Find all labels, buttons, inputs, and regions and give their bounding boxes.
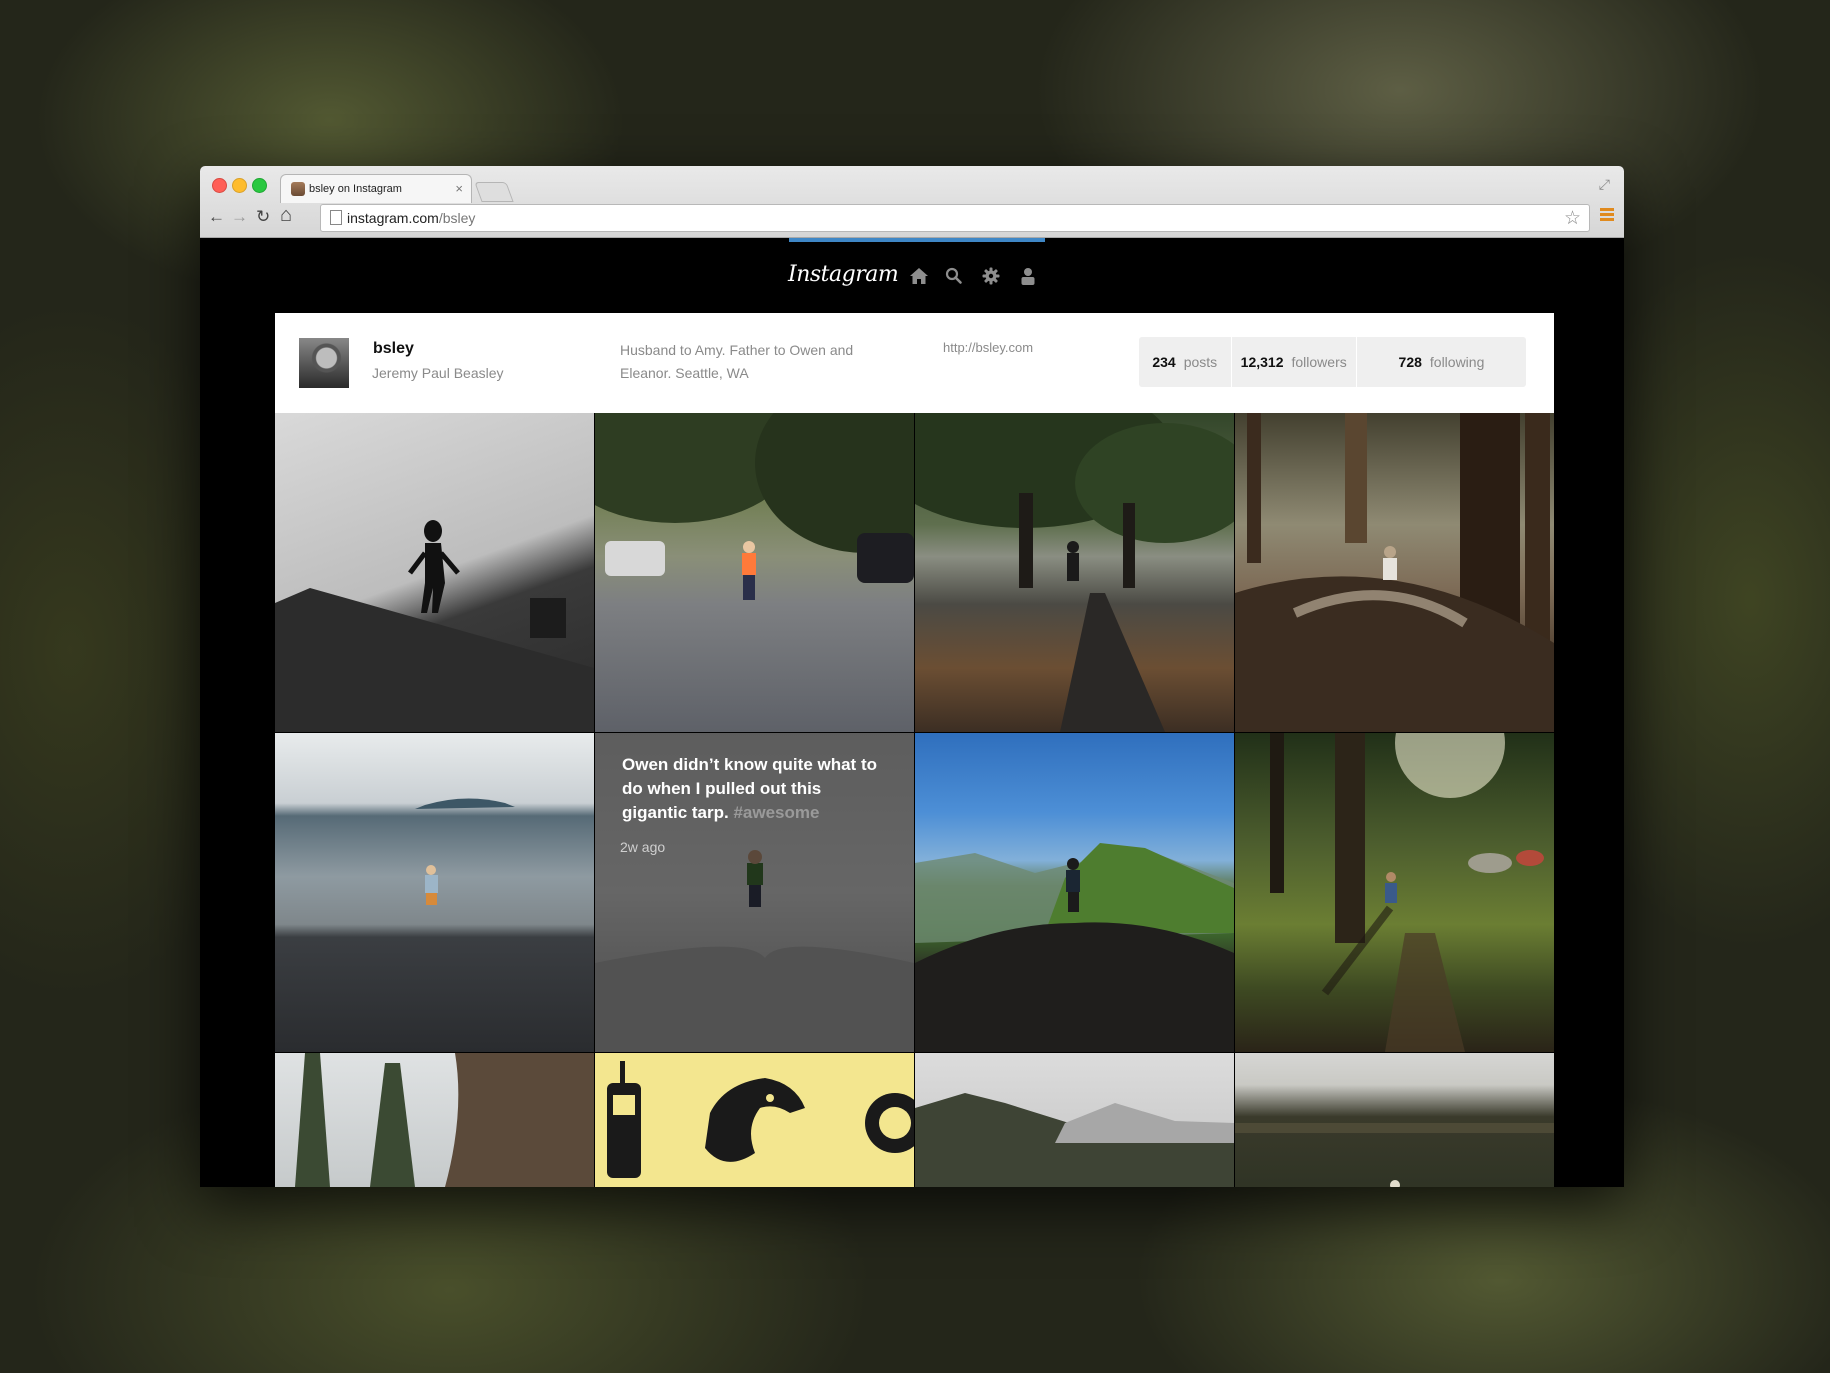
caption-hashtag[interactable]: #awesome (733, 803, 819, 822)
bookmark-star-icon[interactable]: ☆ (1564, 207, 1581, 230)
photo-content (1235, 413, 1554, 732)
top-navigation: Instagram (200, 238, 1624, 313)
photo-content (915, 843, 1234, 1052)
instagram-favicon-icon (291, 182, 305, 196)
photo-content (607, 1061, 914, 1178)
profile-stats: 234 posts 12,312 followers 728 following (1139, 337, 1526, 387)
home-button-icon[interactable]: ⌂ (280, 204, 292, 227)
profile-bio: Husband to Amy. Father to Owen and Elean… (620, 342, 854, 381)
instagram-logo[interactable]: Instagram (788, 262, 899, 287)
url-path: /bsley (438, 210, 476, 226)
photo-tile[interactable] (275, 1053, 594, 1187)
posts-label: posts (1183, 354, 1218, 370)
browser-window: bsley on Instagram × ⤢ ← → ↻ ⌂ instagram… (200, 166, 1624, 1187)
tab-title: bsley on Instagram (309, 183, 402, 195)
post-caption: Owen didn’t know quite what to do when I… (622, 753, 882, 825)
photo-tile[interactable] (595, 1053, 914, 1187)
photo-tile[interactable] (915, 1053, 1234, 1187)
fullscreen-icon[interactable]: ⤢ (1599, 176, 1610, 193)
gear-icon[interactable] (981, 266, 1001, 286)
followers-label: followers (1291, 354, 1347, 370)
address-bar[interactable]: instagram.com/bsley ☆ (320, 204, 1590, 232)
photo-content (1235, 1123, 1554, 1187)
search-icon[interactable] (944, 266, 964, 286)
photo-grid: Owen didn’t know quite what to do when I… (275, 413, 1554, 1187)
browser-tab[interactable]: bsley on Instagram × (280, 174, 472, 203)
url-host: instagram.com (347, 210, 439, 226)
photo-content (295, 1053, 594, 1187)
username: bsley (373, 340, 414, 357)
avatar[interactable] (299, 338, 349, 388)
following-stat[interactable]: 728 following (1357, 337, 1526, 387)
back-icon[interactable]: ← (208, 207, 225, 227)
reload-icon[interactable]: ↻ (256, 207, 270, 227)
url-text: instagram.com/bsley (347, 210, 475, 226)
post-time: 2w ago (620, 839, 666, 855)
minimize-window-button[interactable] (232, 178, 247, 193)
forward-icon[interactable]: → (231, 207, 248, 227)
followers-count: 12,312 (1240, 354, 1284, 370)
browser-chrome: bsley on Instagram × ⤢ ← → ↻ ⌂ instagram… (200, 166, 1624, 238)
website-link[interactable]: http://bsley.com (943, 340, 1033, 355)
user-icon[interactable] (1018, 266, 1038, 286)
photo-content (275, 520, 594, 732)
full-name: Jeremy Paul Beasley (372, 365, 504, 381)
posts-count: 234 (1152, 354, 1176, 370)
tab-close-icon[interactable]: × (455, 181, 463, 196)
browser-menu-icon[interactable] (1600, 208, 1614, 222)
following-label: following (1429, 354, 1485, 370)
profile-header: bsley Jeremy Paul Beasley Husband to Amy… (275, 313, 1554, 413)
photo-content (1270, 733, 1544, 1052)
followers-stat[interactable]: 12,312 followers (1232, 337, 1357, 387)
photo-tile[interactable]: Owen didn’t know quite what to do when I… (595, 733, 914, 1052)
following-count: 728 (1398, 354, 1422, 370)
photo-content (595, 413, 914, 600)
photo-tile[interactable] (595, 413, 914, 732)
close-window-button[interactable] (212, 178, 227, 193)
photo-tile[interactable] (1235, 1053, 1554, 1187)
photo-content (915, 1093, 1234, 1187)
photo-tile[interactable] (275, 733, 594, 1052)
page-icon (330, 210, 342, 225)
photo-content (915, 413, 1234, 732)
photo-tile[interactable] (1235, 413, 1554, 732)
instagram-page: Instagram bsley Jeremy Paul Beasley Husb… (200, 238, 1624, 1187)
photo-tile[interactable] (915, 413, 1234, 732)
photo-tile[interactable] (1235, 733, 1554, 1052)
photo-content (415, 798, 515, 905)
home-icon[interactable] (909, 266, 929, 286)
new-tab-button[interactable] (474, 182, 514, 202)
posts-stat[interactable]: 234 posts (1139, 337, 1232, 387)
photo-tile[interactable] (275, 413, 594, 732)
zoom-window-button[interactable] (252, 178, 267, 193)
photo-tile[interactable] (915, 733, 1234, 1052)
